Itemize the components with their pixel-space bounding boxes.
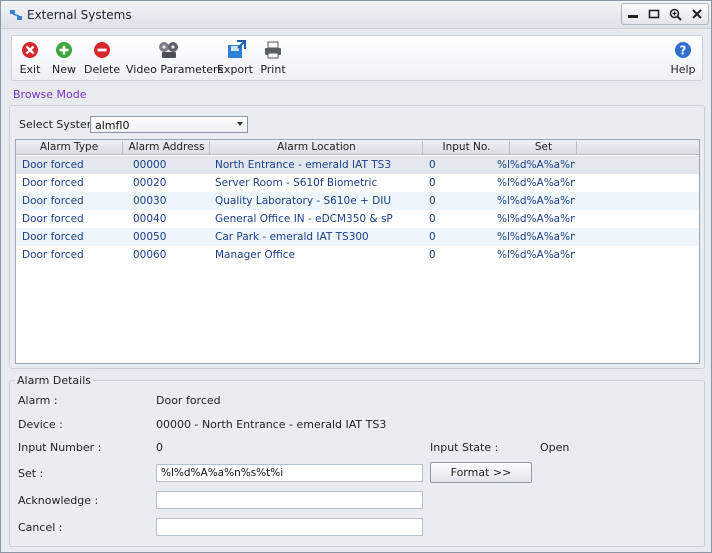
device-label: Device : [18,418,63,431]
cell-set: %l%d%A%a%n% [497,159,575,171]
help-button[interactable]: ? Help [668,40,698,80]
new-label: New [52,63,76,76]
cancel-field[interactable] [156,518,423,536]
device-value: 00000 - North Entrance - emerald IAT TS3 [156,418,387,431]
add-icon [54,40,74,60]
cell-alarm-address: 00000 [133,159,167,171]
chevron-down-icon [237,122,243,126]
exit-label: Exit [19,63,41,76]
col-set[interactable]: Set [511,141,577,154]
cell-alarm-location: Quality Laboratory - S610e + DIU [215,195,392,207]
toolbar: Exit New Delete Video Parameters Export [11,35,703,81]
new-button[interactable]: New [50,40,78,80]
system-select[interactable]: almfl0 [90,116,248,133]
window-controls [621,3,709,25]
delete-icon [92,40,112,60]
cell-alarm-location: Car Park - emerald IAT TS300 [215,231,369,243]
alarm-details-legend: Alarm Details [15,374,93,387]
col-alarm-address[interactable]: Alarm Address [124,141,210,154]
exit-icon [20,40,40,60]
cell-alarm-type: Door forced [22,231,84,243]
cell-input-no: 0 [429,213,436,225]
help-icon: ? [673,40,693,60]
cell-alarm-type: Door forced [22,249,84,261]
table-row[interactable]: Door forced 00020 Server Room - S610f Bi… [16,174,699,192]
acknowledge-field[interactable] [156,491,423,509]
film-reel-icon [158,40,178,60]
export-button[interactable]: Export [216,40,254,80]
col-input-no[interactable]: Input No. [424,141,510,154]
alarm-list-panel: Select System almfl0 Alarm Type Alarm Ad… [9,105,705,369]
printer-icon [263,40,283,60]
export-icon [225,40,246,60]
cell-alarm-type: Door forced [22,177,84,189]
cell-set: %l%d%A%a%n% [497,195,575,207]
cell-alarm-address: 00050 [133,231,167,243]
delete-button[interactable]: Delete [84,40,120,80]
cell-set: %l%d%A%a%n% [497,177,575,189]
cell-alarm-address: 00030 [133,195,167,207]
minimize-icon[interactable] [624,6,642,22]
alarm-label: Alarm : [18,394,58,407]
print-button[interactable]: Print [258,40,288,80]
cell-alarm-type: Door forced [22,159,84,171]
video-parameters-button[interactable]: Video Parameters [126,40,223,80]
zoom-icon[interactable] [667,6,685,22]
cell-input-no: 0 [429,195,436,207]
cell-set: %l%d%A%a%n% [497,231,575,243]
col-alarm-type[interactable]: Alarm Type [16,141,123,154]
cell-set: %l%d%A%a%n% [497,249,575,261]
system-select-value: almfl0 [95,119,130,132]
video-parameters-label: Video Parameters [126,63,224,76]
close-icon[interactable] [688,6,706,22]
alarm-value: Door forced [156,394,221,407]
cell-input-no: 0 [429,231,436,243]
cell-alarm-address: 00020 [133,177,167,189]
help-label: Help [670,63,696,76]
table-row[interactable]: Door forced 00000 North Entrance - emera… [16,156,699,174]
table-row[interactable]: Door forced 00060 Manager Office 0 %l%d%… [16,246,699,264]
delete-label: Delete [84,63,121,76]
cell-alarm-location: General Office IN - eDCM350 & sP [215,213,393,225]
alarm-details-panel: Alarm Details Alarm : Door forced Device… [9,374,705,547]
cell-input-no: 0 [429,177,436,189]
cell-alarm-address: 00040 [133,213,167,225]
cell-input-no: 0 [429,159,436,171]
cell-alarm-location: North Entrance - emerald IAT TS3 [215,159,392,171]
table-row[interactable]: Door forced 00030 Quality Laboratory - S… [16,192,699,210]
input-number-label: Input Number : [18,441,102,454]
cancel-label: Cancel : [18,521,63,534]
mode-indicator: Browse Mode [13,88,87,101]
table-header: Alarm Type Alarm Address Alarm Location … [16,140,699,155]
input-state-value: Open [540,441,570,454]
window-title: External Systems [27,8,132,22]
print-label: Print [260,63,286,76]
app-icon [9,8,23,22]
format-button[interactable]: Format >> [430,462,532,483]
table-row[interactable]: Door forced 00040 General Office IN - eD… [16,210,699,228]
cell-alarm-address: 00060 [133,249,167,261]
cell-alarm-location: Manager Office [215,249,296,261]
set-label: Set : [18,467,44,480]
cell-alarm-location: Server Room - S610f Biometric [215,177,378,189]
title-bar[interactable]: External Systems [1,1,711,29]
acknowledge-label: Acknowledge : [18,494,99,507]
exit-button[interactable]: Exit [16,40,44,80]
set-field[interactable]: %l%d%A%a%n%s%t%i [156,464,423,482]
export-label: Export [216,63,253,76]
svg-text:?: ? [680,44,687,58]
cell-set: %l%d%A%a%n% [497,213,575,225]
cell-input-no: 0 [429,249,436,261]
cell-alarm-type: Door forced [22,195,84,207]
col-alarm-location[interactable]: Alarm Location [211,141,423,154]
select-system-label: Select System [19,118,98,131]
restore-icon[interactable] [645,6,663,22]
table-row[interactable]: Door forced 00050 Car Park - emerald IAT… [16,228,699,246]
alarm-table: Alarm Type Alarm Address Alarm Location … [15,139,700,364]
input-state-label: Input State : [430,441,499,454]
input-number-value: 0 [156,441,163,454]
app-window: External Systems Exit New Delete Video P… [0,0,712,553]
cell-alarm-type: Door forced [22,213,84,225]
